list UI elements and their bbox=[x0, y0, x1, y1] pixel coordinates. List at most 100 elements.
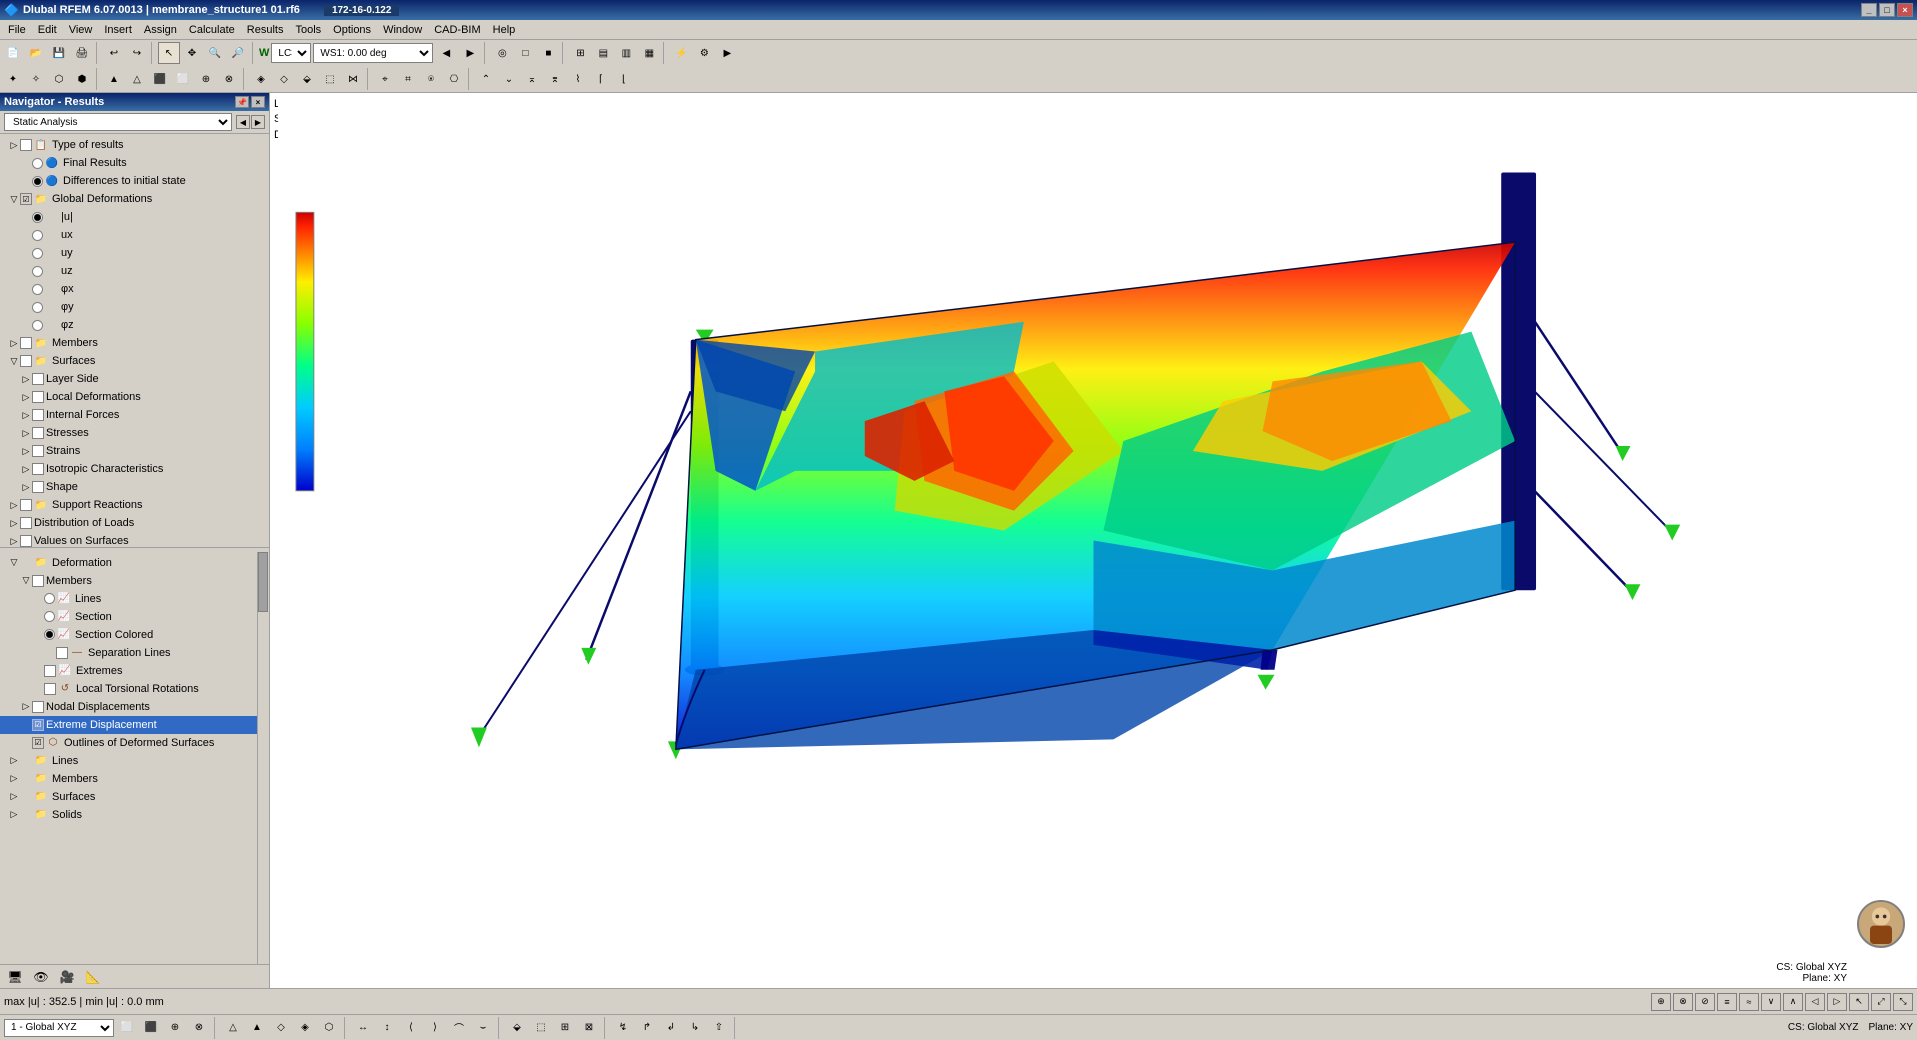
bt-bottom-12[interactable]: ⟨ bbox=[400, 1017, 422, 1039]
toggle-strains[interactable]: ▷ bbox=[20, 445, 32, 457]
tb2-2[interactable]: ✧ bbox=[25, 68, 47, 90]
cb-values-surfaces[interactable] bbox=[20, 535, 32, 547]
bt-bottom-15[interactable]: ⌣ bbox=[472, 1017, 494, 1039]
tree-phix[interactable]: ▷ φx bbox=[0, 280, 269, 298]
close-button[interactable]: × bbox=[1897, 3, 1913, 17]
coord-system-select[interactable]: 1 - Global XYZ bbox=[4, 1019, 114, 1037]
toggle-stresses[interactable]: ▷ bbox=[20, 427, 32, 439]
ws-select[interactable]: WS1: 0.00 deg bbox=[313, 43, 433, 63]
tree-section-colored[interactable]: ▷ 📈 Section Colored bbox=[0, 626, 269, 644]
radio-u-abs[interactable] bbox=[32, 212, 43, 223]
tb2-5[interactable]: ▲ bbox=[103, 68, 125, 90]
tb-move[interactable]: ✥ bbox=[181, 42, 203, 64]
tb2-13[interactable]: ⬙ bbox=[296, 68, 318, 90]
tree-phiz[interactable]: ▷ φz bbox=[0, 316, 269, 334]
radio-phiz[interactable] bbox=[32, 320, 43, 331]
menu-edit[interactable]: Edit bbox=[32, 22, 63, 38]
status-btn2[interactable]: ⊗ bbox=[1673, 993, 1693, 1011]
menu-insert[interactable]: Insert bbox=[98, 22, 138, 38]
bt-bottom-18[interactable]: ⊞ bbox=[554, 1017, 576, 1039]
maximize-button[interactable]: □ bbox=[1879, 3, 1895, 17]
bt-bottom-3[interactable]: ⊕ bbox=[164, 1017, 186, 1039]
tree-global-def[interactable]: ▽ ☑ 📁 Global Deformations bbox=[0, 190, 269, 208]
tree-layer-side[interactable]: ▷ Layer Side bbox=[0, 370, 269, 388]
radio-phiy[interactable] bbox=[32, 302, 43, 313]
radio-uy[interactable] bbox=[32, 248, 43, 259]
cb-shape[interactable] bbox=[32, 481, 44, 493]
tree-def-members[interactable]: ▽ Members bbox=[0, 572, 269, 590]
tb2-14[interactable]: ⬚ bbox=[319, 68, 341, 90]
nav-pin-button[interactable]: 📌 bbox=[235, 96, 249, 108]
toggle-dist-loads[interactable]: ▷ bbox=[8, 517, 20, 529]
tree-local-def[interactable]: ▷ Local Deformations bbox=[0, 388, 269, 406]
tree-surfaces2[interactable]: ▷ 📁 Surfaces bbox=[0, 788, 269, 806]
tb2-7[interactable]: ⬛ bbox=[149, 68, 171, 90]
cb-nodal-disp[interactable] bbox=[32, 701, 44, 713]
tree-surfaces[interactable]: ▽ 📁 Surfaces bbox=[0, 352, 269, 370]
tree-outlines-deformed[interactable]: ▷ ☑ ⬡ Outlines of Deformed Surfaces bbox=[0, 734, 269, 752]
status-btn9[interactable]: ▷ bbox=[1827, 993, 1847, 1011]
tb-calc1[interactable]: ⚡ bbox=[670, 42, 692, 64]
radio-section-colored[interactable] bbox=[44, 629, 55, 640]
tb2-20[interactable]: ⌃ bbox=[475, 68, 497, 90]
menu-window[interactable]: Window bbox=[377, 22, 428, 38]
menu-view[interactable]: View bbox=[63, 22, 99, 38]
tb-solid[interactable]: ■ bbox=[537, 42, 559, 64]
analysis-type-select[interactable]: Static Analysis bbox=[4, 113, 232, 131]
tb2-18[interactable]: ⍟ bbox=[420, 68, 442, 90]
cb-strains[interactable] bbox=[32, 445, 44, 457]
toggle-values-surfaces[interactable]: ▷ bbox=[8, 535, 20, 547]
cb-type-results[interactable] bbox=[20, 139, 32, 151]
tb-render[interactable]: ◎ bbox=[491, 42, 513, 64]
cb-isotropic[interactable] bbox=[32, 463, 44, 475]
bt-bottom-16[interactable]: ⬙ bbox=[506, 1017, 528, 1039]
tree-separation-lines[interactable]: ▷ — Separation Lines bbox=[0, 644, 269, 662]
nav-next-button[interactable]: ▶ bbox=[251, 115, 265, 129]
tree-stresses[interactable]: ▷ Stresses bbox=[0, 424, 269, 442]
cb-global-def[interactable]: ☑ bbox=[20, 193, 32, 205]
tb2-11[interactable]: ◈ bbox=[250, 68, 272, 90]
tree-final-results[interactable]: ▷ 🔵 Final Results bbox=[0, 154, 269, 172]
tree-extreme-displacement[interactable]: ▷ ☑ Extreme Displacement bbox=[0, 716, 269, 734]
tree-extremes[interactable]: ▷ 📈 Extremes bbox=[0, 662, 269, 680]
tb2-6[interactable]: △ bbox=[126, 68, 148, 90]
tree-def-section[interactable]: ▷ 📈 Section bbox=[0, 608, 269, 626]
tree-members2[interactable]: ▷ 📁 Members bbox=[0, 770, 269, 788]
toggle-def-members[interactable]: ▽ bbox=[20, 575, 32, 587]
menu-cad-bim[interactable]: CAD-BIM bbox=[428, 22, 486, 38]
tb2-15[interactable]: ⋈ bbox=[342, 68, 364, 90]
scrollbar-thumb[interactable] bbox=[258, 552, 268, 612]
tb-iso[interactable]: ⊞ bbox=[569, 42, 591, 64]
tb2-23[interactable]: ⌆ bbox=[544, 68, 566, 90]
tb-next-lc[interactable]: ▶ bbox=[459, 42, 481, 64]
tree-internal-forces[interactable]: ▷ Internal Forces bbox=[0, 406, 269, 424]
bt-bottom-20[interactable]: ↯ bbox=[612, 1017, 634, 1039]
menu-tools[interactable]: Tools bbox=[289, 22, 327, 38]
bt-bottom-14[interactable]: ⌒ bbox=[448, 1017, 470, 1039]
tree-isotropic[interactable]: ▷ Isotropic Characteristics bbox=[0, 460, 269, 478]
tree-strains[interactable]: ▷ Strains bbox=[0, 442, 269, 460]
canvas-area[interactable]: LC3 - WS1: 0.00 deg Static Analysis Disp… bbox=[270, 93, 1917, 988]
tb-calc2[interactable]: ⚙ bbox=[693, 42, 715, 64]
radio-diff-initial[interactable] bbox=[32, 176, 43, 187]
toggle-surfaces2[interactable]: ▷ bbox=[8, 791, 20, 803]
tb-wire[interactable]: □ bbox=[514, 42, 536, 64]
radio-def-section[interactable] bbox=[44, 611, 55, 622]
status-btn10[interactable]: ↖ bbox=[1849, 993, 1869, 1011]
cb-extreme-displacement[interactable]: ☑ bbox=[32, 719, 44, 731]
bt-bottom-17[interactable]: ⬚ bbox=[530, 1017, 552, 1039]
cb-surfaces[interactable] bbox=[20, 355, 32, 367]
tree-shape[interactable]: ▷ Shape bbox=[0, 478, 269, 496]
cb-def-members[interactable] bbox=[32, 575, 44, 587]
status-btn7[interactable]: ∧ bbox=[1783, 993, 1803, 1011]
cb-local-torsional[interactable] bbox=[44, 683, 56, 695]
tb-zoom-in[interactable]: 🔍 bbox=[204, 42, 226, 64]
tree-dist-loads[interactable]: ▷ Distribution of Loads bbox=[0, 514, 269, 532]
tree-ux[interactable]: ▷ ux bbox=[0, 226, 269, 244]
menu-assign[interactable]: Assign bbox=[138, 22, 183, 38]
cb-outlines-deformed[interactable]: ☑ bbox=[32, 737, 44, 749]
bt-bottom-22[interactable]: ↲ bbox=[660, 1017, 682, 1039]
tb2-19[interactable]: ⎔ bbox=[443, 68, 465, 90]
toggle-shape[interactable]: ▷ bbox=[20, 481, 32, 493]
bt-bottom-7[interactable]: ◇ bbox=[270, 1017, 292, 1039]
